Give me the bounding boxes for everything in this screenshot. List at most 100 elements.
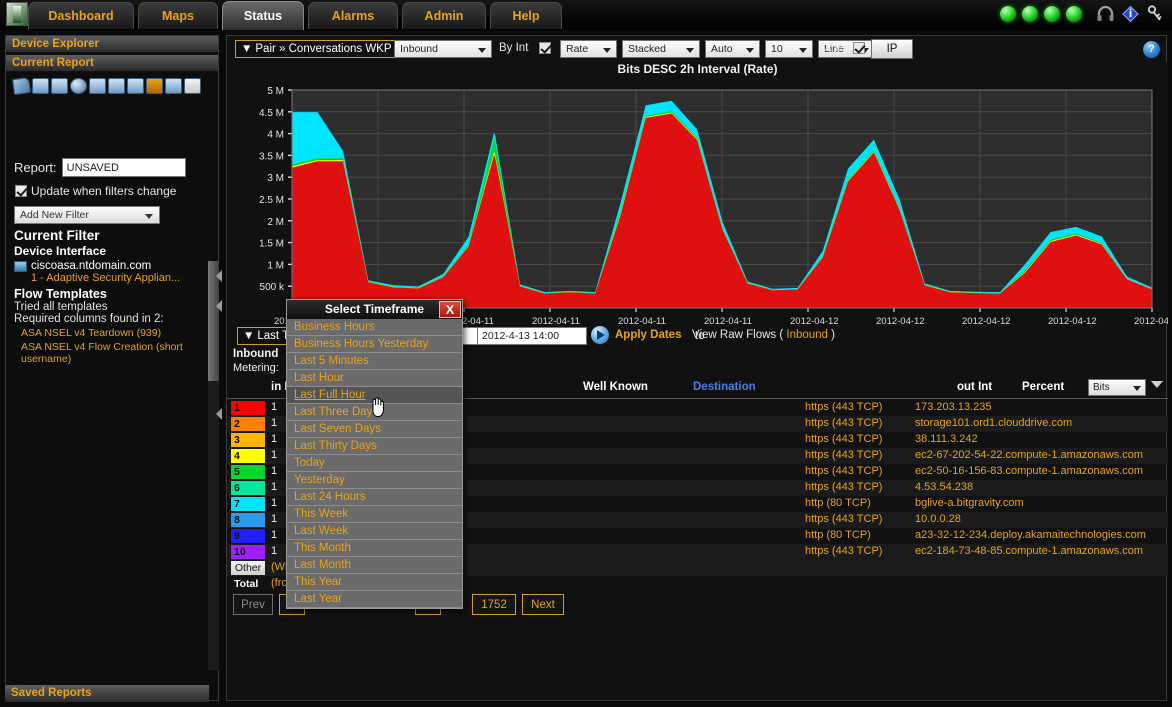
timeframe-item-business-hours-yesterday[interactable]: Business Hours Yesterday [287, 336, 462, 353]
help-icon[interactable]: ? [1143, 41, 1160, 58]
timeframe-item-last-5-minutes[interactable]: Last 5 Minutes [287, 353, 462, 370]
timeframe-item-last-hour[interactable]: Last Hour [287, 370, 462, 387]
timeframe-item-last-thirty-days[interactable]: Last Thirty Days [287, 438, 462, 455]
eraser-icon[interactable] [12, 77, 31, 95]
row-well-known[interactable]: https (443 TCP) [805, 465, 882, 477]
select-timeframe-menu[interactable]: Select Timeframe X Business HoursBusines… [286, 299, 463, 609]
splitter-arrow-top[interactable] [216, 270, 222, 282]
save-icon[interactable] [32, 78, 49, 94]
info-icon[interactable] [1122, 5, 1139, 23]
other-checkbox[interactable] [853, 42, 865, 54]
timeframe-item-last-month[interactable]: Last Month [287, 557, 462, 574]
column-header-destination[interactable]: Destination [693, 381, 756, 393]
pager-prev-button[interactable]: Prev [233, 594, 273, 615]
by-int-checkbox[interactable] [539, 42, 551, 54]
row-well-known[interactable]: http (80 TCP) [805, 529, 871, 541]
report-name-input[interactable] [62, 158, 186, 177]
date-forward-button[interactable] [591, 326, 609, 344]
column-header-percent[interactable]: Percent [1022, 381, 1064, 393]
timeframe-item-last-week[interactable]: Last Week [287, 523, 462, 540]
row-destination[interactable]: 10.0.0.28 [915, 513, 961, 525]
status-orb-1[interactable] [1000, 6, 1016, 22]
timeframe-item-this-week[interactable]: This Week [287, 506, 462, 523]
template-item-1[interactable]: ASA NSEL v4 Teardown (939) [14, 327, 219, 339]
forward-icon[interactable] [108, 78, 125, 94]
row-well-known[interactable]: https (443 TCP) [805, 417, 882, 429]
headset-icon[interactable] [1097, 5, 1114, 23]
pager-last-page[interactable]: 1752 [472, 594, 516, 615]
sidebar-section-current-report[interactable]: Current Report [6, 55, 218, 72]
tab-dashboard[interactable]: Dashboard [28, 2, 134, 29]
tab-status[interactable]: Status [222, 1, 304, 30]
update-checkbox[interactable] [15, 185, 27, 197]
pager-next-button[interactable]: Next [522, 594, 564, 615]
tab-help[interactable]: Help [490, 2, 562, 29]
pdf-icon[interactable] [184, 78, 201, 94]
tab-maps[interactable]: Maps [138, 2, 218, 29]
row-destination[interactable]: 173.203.13.235 [915, 401, 991, 413]
row-destination[interactable]: 4.53.54.238 [915, 481, 973, 493]
add-new-filter-select[interactable]: Add New Filter [14, 206, 160, 224]
column-menu-icon[interactable] [1151, 381, 1163, 388]
traffic-area-chart[interactable]: 5 M4.5 M4 M3.5 M3 M2.5 M2 M1.5 M1 M500 k… [227, 76, 1168, 324]
timeframe-item-this-month[interactable]: This Month [287, 540, 462, 557]
timeframe-item-yesterday[interactable]: Yesterday [287, 472, 462, 489]
saved-reports-section[interactable]: Saved Reports [5, 685, 209, 702]
row-well-known[interactable]: https (443 TCP) [805, 401, 882, 413]
timeframe-item-this-year[interactable]: This Year [287, 574, 462, 591]
schedule-icon[interactable] [70, 78, 87, 94]
date-to-input[interactable] [477, 327, 587, 345]
row-well-known[interactable]: https (443 TCP) [805, 545, 882, 557]
ip-button[interactable]: IP [871, 39, 913, 59]
row-well-known[interactable]: https (443 TCP) [805, 513, 882, 525]
row-destination[interactable]: 38.111.3.242 [915, 433, 978, 445]
row-destination[interactable]: bglive-a.bitgravity.com [915, 497, 1024, 509]
keys-icon[interactable] [1147, 5, 1164, 23]
export-icon[interactable] [89, 78, 106, 94]
unit-select[interactable]: Bits [1088, 379, 1146, 396]
status-orb-2[interactable] [1022, 6, 1038, 22]
rate-select[interactable]: Rate [560, 40, 617, 58]
sidebar-section-device-explorer[interactable]: Device Explorer [6, 36, 218, 53]
count-select[interactable]: 10 [765, 40, 813, 58]
column-header-out-int[interactable]: out Int [957, 381, 992, 393]
pair-conversations-selector[interactable]: ▼Pair » Conversations WKP [235, 40, 400, 58]
row-well-known[interactable]: https (443 TCP) [805, 449, 882, 461]
row-well-known[interactable]: https (443 TCP) [805, 481, 882, 493]
tab-alarms[interactable]: Alarms [308, 2, 398, 29]
row-destination[interactable]: storage101.ord1.clouddrive.com [915, 417, 1072, 429]
timeframe-item-last-three-days[interactable]: Last Three Days [287, 404, 462, 421]
timeframe-item-last-24-hours[interactable]: Last 24 Hours [287, 489, 462, 506]
tab-admin[interactable]: Admin [402, 2, 486, 29]
row-well-known[interactable]: https (443 TCP) [805, 433, 882, 445]
auto-select[interactable]: Auto [705, 40, 760, 58]
status-orb-4[interactable] [1066, 6, 1082, 22]
report-icon[interactable] [127, 78, 144, 94]
row-destination[interactable]: a23-32-12-234.deploy.akamaitechnologies.… [915, 529, 1146, 541]
timeframe-item-last-full-hour[interactable]: Last Full Hour [287, 387, 462, 404]
print-icon[interactable] [165, 78, 182, 94]
timeframe-item-today[interactable]: Today [287, 455, 462, 472]
row-destination[interactable]: ec2-184-73-48-85.compute-1.amazonaws.com [915, 545, 1143, 557]
rss-icon[interactable] [146, 78, 163, 94]
splitter-arrow-bottom[interactable] [216, 408, 222, 420]
view-raw-flows-link[interactable]: View Raw Flows ( Inbound ) [692, 329, 835, 341]
timeframe-item-last-seven-days[interactable]: Last Seven Days [287, 421, 462, 438]
apply-dates-button[interactable]: Apply Dates [615, 329, 681, 341]
timeframe-item-business-hours[interactable]: Business Hours [287, 319, 462, 336]
row-destination[interactable]: ec2-50-16-156-83.compute-1.amazonaws.com [915, 465, 1143, 477]
row-well-known[interactable]: http (80 TCP) [805, 497, 871, 509]
direction-select[interactable]: Inbound [394, 40, 492, 58]
row-destination[interactable]: ec2-67-202-54-22.compute-1.amazonaws.com [915, 449, 1143, 461]
close-icon[interactable]: X [439, 301, 461, 318]
sidebar-scrollbar[interactable] [208, 261, 219, 670]
device-row[interactable]: ciscoasa.ntdomain.com [14, 260, 219, 272]
column-header-well-known[interactable]: Well Known [583, 381, 648, 393]
template-item-2[interactable]: ASA NSEL v4 Flow Creation (short usernam… [14, 341, 219, 365]
timeframe-item-last-year[interactable]: Last Year [287, 591, 462, 608]
splitter-arrow-mid[interactable] [216, 300, 222, 312]
stacked-select[interactable]: Stacked [622, 40, 700, 58]
device-interface-name[interactable]: 1 - Adaptive Security Applian... [14, 272, 219, 284]
update-on-filter-change-row[interactable]: Update when filters change [15, 184, 176, 198]
status-orb-3[interactable] [1044, 6, 1060, 22]
